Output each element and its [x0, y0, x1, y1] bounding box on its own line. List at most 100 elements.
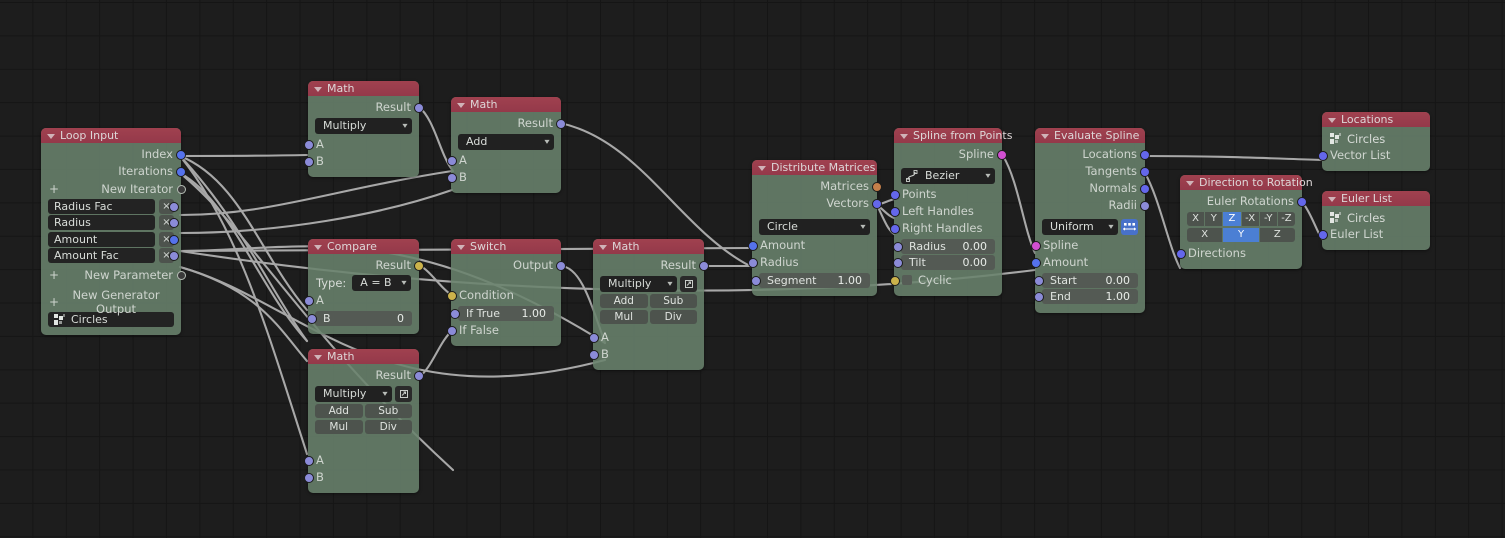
- generator-row[interactable]: Circles: [1322, 130, 1430, 147]
- new-generator-output-row[interactable]: + New Generator Output: [41, 288, 181, 316]
- socket-amount[interactable]: [747, 241, 758, 251]
- sub-button[interactable]: Sub: [364, 404, 412, 418]
- expand-icon[interactable]: [395, 386, 412, 402]
- compare-type-dropdown[interactable]: A = B ▾: [352, 275, 411, 291]
- axis-row-secondary[interactable]: X Y Z: [1187, 228, 1295, 242]
- socket-amount-fac[interactable]: [168, 251, 179, 261]
- evaluation-mode-row[interactable]: Uniform ▾: [1042, 219, 1138, 235]
- cyclic-checkbox[interactable]: [902, 275, 912, 285]
- socket-vector-list[interactable]: [1317, 151, 1328, 161]
- axis-y-button[interactable]: Y: [1205, 212, 1223, 226]
- socket-new-iterator[interactable]: [176, 185, 186, 194]
- radius-field[interactable]: Radius 0.00: [901, 238, 995, 254]
- param-radius[interactable]: Radius ×: [48, 215, 179, 230]
- collapse-triangle-icon[interactable]: [599, 244, 607, 250]
- socket-directions[interactable]: [1175, 249, 1186, 259]
- input-radius-row[interactable]: Radius 0.00: [893, 238, 995, 254]
- node-spline-from-points[interactable]: Spline from Points Spline Bezier ▾ Point…: [889, 128, 1012, 296]
- socket-a[interactable]: [303, 140, 314, 150]
- collapse-triangle-icon[interactable]: [900, 133, 908, 139]
- if-true-field[interactable]: If True 1.00: [458, 305, 554, 321]
- socket-euler-list[interactable]: [1317, 230, 1328, 240]
- collapse-triangle-icon[interactable]: [314, 244, 322, 250]
- plus-icon[interactable]: +: [49, 182, 59, 196]
- operation-dropdown[interactable]: Add ▾: [458, 134, 554, 150]
- node-editor-canvas[interactable]: Loop Input Index Iterations + New Iterat…: [0, 0, 1505, 538]
- generator-row[interactable]: Circles: [1322, 209, 1430, 226]
- node-distribute-matrices[interactable]: Distribute Matrices Matrices Vectors Cir…: [747, 160, 882, 296]
- node-header[interactable]: Spline from Points: [894, 128, 1012, 143]
- operation-row[interactable]: Multiply ▾: [315, 386, 412, 402]
- op-buttons-row-2[interactable]: Mul Div: [315, 419, 412, 434]
- node-header[interactable]: Math: [308, 81, 419, 96]
- collapse-triangle-icon[interactable]: [1328, 117, 1336, 123]
- node-header[interactable]: Math: [593, 239, 704, 254]
- input-cyclic[interactable]: Cyclic: [889, 272, 1002, 289]
- collapse-triangle-icon[interactable]: [314, 86, 322, 92]
- input-start-row[interactable]: Start 0.00: [1034, 272, 1138, 288]
- operation-dropdown[interactable]: Multiply ▾: [315, 118, 412, 134]
- socket-locations[interactable]: [1139, 150, 1150, 160]
- socket-spline[interactable]: [1030, 241, 1041, 251]
- evaluation-mode-dropdown[interactable]: Uniform ▾: [1042, 219, 1118, 235]
- socket-start[interactable]: [1034, 275, 1044, 286]
- param-radius-fac[interactable]: Radius Fac ×: [48, 198, 179, 214]
- op-buttons-row-2[interactable]: Mul Div: [600, 309, 697, 324]
- axis-x-button[interactable]: X: [1187, 212, 1205, 226]
- socket-end[interactable]: [1034, 292, 1044, 302]
- socket-output[interactable]: [555, 261, 566, 271]
- node-loop-input[interactable]: Loop Input Index Iterations + New Iterat…: [41, 128, 186, 335]
- end-field[interactable]: End 1.00: [1042, 289, 1138, 304]
- input-b-row[interactable]: B 0: [307, 310, 412, 326]
- collapse-triangle-icon[interactable]: [1041, 133, 1049, 139]
- collapse-triangle-icon[interactable]: [1186, 180, 1194, 186]
- param-amount-fac[interactable]: Amount Fac ×: [48, 248, 179, 263]
- node-header[interactable]: Compare: [308, 239, 419, 254]
- socket-euler-rotations[interactable]: [1296, 197, 1307, 207]
- collapse-triangle-icon[interactable]: [1328, 196, 1336, 202]
- input-b-field[interactable]: B 0: [315, 310, 412, 326]
- collapse-triangle-icon[interactable]: [457, 102, 465, 108]
- socket-radius[interactable]: [168, 218, 179, 228]
- socket-index[interactable]: [175, 150, 186, 160]
- socket-result[interactable]: [698, 261, 709, 271]
- collapse-triangle-icon[interactable]: [457, 244, 465, 250]
- socket-radius-fac[interactable]: [168, 201, 179, 212]
- node-math-multiply-mid[interactable]: Math Result Multiply ▾ Add Sub Mul Div A…: [588, 239, 709, 370]
- sub-button[interactable]: Sub: [649, 294, 697, 308]
- input-tilt-row[interactable]: Tilt 0.00: [893, 255, 995, 270]
- div-button[interactable]: Div: [364, 419, 412, 434]
- socket-result[interactable]: [413, 261, 424, 271]
- param-amount[interactable]: Amount ×: [48, 231, 179, 247]
- param-name-field[interactable]: Amount Fac: [48, 248, 155, 263]
- node-header[interactable]: Distribute Matrices: [752, 160, 877, 175]
- socket-left-handles[interactable]: [889, 207, 900, 217]
- node-compare[interactable]: Compare Result Type: A = B ▾ A B 0: [303, 239, 424, 334]
- socket-a[interactable]: [446, 156, 457, 166]
- socket-matrices[interactable]: [871, 182, 882, 192]
- plus-icon[interactable]: +: [49, 268, 59, 282]
- segment-field[interactable]: Segment 1.00: [759, 272, 870, 288]
- socket-iterations[interactable]: [175, 167, 186, 177]
- mul-button[interactable]: Mul: [315, 419, 363, 434]
- axis-neg-x-button[interactable]: -X: [1241, 212, 1259, 226]
- socket-b[interactable]: [588, 349, 599, 360]
- axis-neg-y-button[interactable]: -Y: [1259, 212, 1277, 226]
- node-header[interactable]: Locations: [1322, 112, 1430, 127]
- operation-dropdown[interactable]: Multiply ▾: [315, 386, 392, 402]
- node-math-multiply-bottom[interactable]: Math Result Multiply ▾ Add Sub Mul Div A…: [303, 349, 424, 493]
- socket-right-handles[interactable]: [889, 224, 900, 234]
- axis-z-button[interactable]: Z: [1223, 212, 1241, 226]
- socket-radii[interactable]: [1139, 201, 1150, 211]
- operation-row[interactable]: Multiply ▾: [600, 276, 697, 292]
- node-switch[interactable]: Switch Output Condition If True 1.00 If …: [446, 239, 566, 346]
- collapse-triangle-icon[interactable]: [758, 165, 766, 171]
- socket-a[interactable]: [588, 332, 599, 343]
- op-buttons-row-1[interactable]: Add Sub: [600, 294, 697, 308]
- new-parameter-row[interactable]: + New Parameter: [41, 266, 186, 283]
- socket-if-false[interactable]: [446, 326, 457, 336]
- socket-amount[interactable]: [168, 234, 179, 245]
- socket-tangents[interactable]: [1139, 167, 1150, 177]
- node-locations[interactable]: Locations Circles Vector List: [1317, 112, 1430, 171]
- socket-result[interactable]: [413, 371, 424, 381]
